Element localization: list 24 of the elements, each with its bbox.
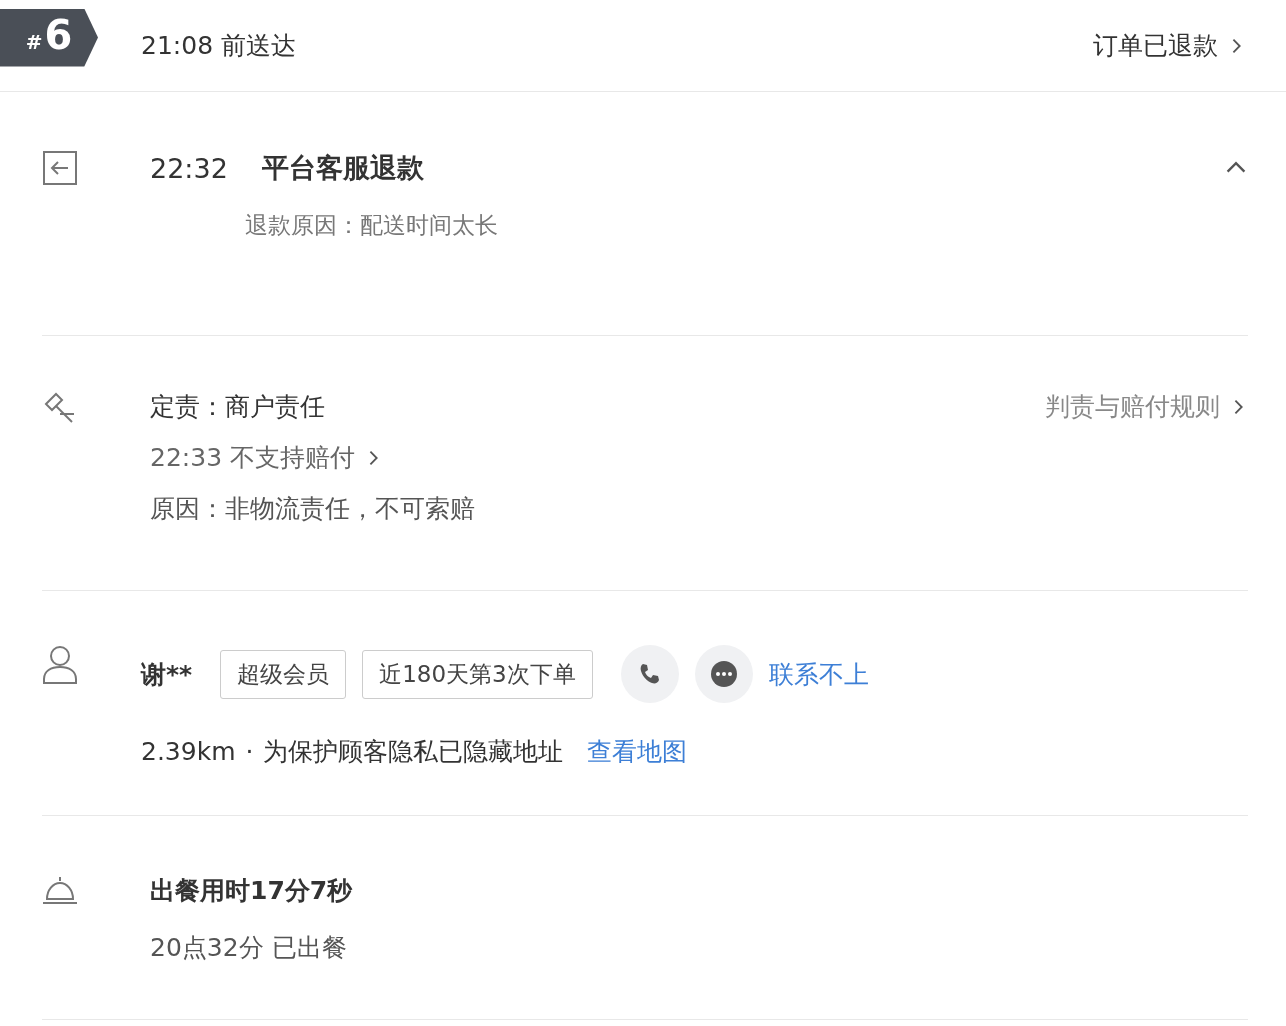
service-bell-icon [42,874,78,906]
customer-tag: 超级会员 [220,649,347,699]
chat-icon [709,660,738,688]
meal-ready-time: 20点32分 已出餐 [150,932,348,964]
refund-title: 平台客服退款 [261,151,424,185]
customer-name: 谢** [141,658,193,691]
view-map-link[interactable]: 查看地图 [587,735,688,768]
refund-time: 22:32 [150,152,228,184]
delivery-time: 21:08 前送达 [141,30,296,62]
person-icon [42,645,78,685]
refund-reason: 退款原因：配送时间太长 [245,211,499,240]
rules-link[interactable]: 判责与赔付规则 [1045,390,1248,423]
distance: 2.39km [141,737,236,766]
compensation-link[interactable]: 22:33 不支持赔付 [150,441,383,474]
liability-reason: 原因：非物流责任，不可索赔 [150,493,476,525]
meal-time-title: 出餐用时17分7秒 [150,875,354,907]
liability-verdict: 定责：商户责任 [150,391,325,423]
contact-status-link[interactable]: 联系不上 [768,657,869,691]
customer-tag: 近180天第3次下单 [362,649,593,699]
exit-icon [42,150,78,186]
order-number-badge: #6 [0,8,98,67]
privacy-note: 为保护顾客隐私已隐藏地址 [263,736,564,768]
order-status-link[interactable]: 订单已退款 [1093,29,1246,62]
separator-dot: · [245,737,254,766]
